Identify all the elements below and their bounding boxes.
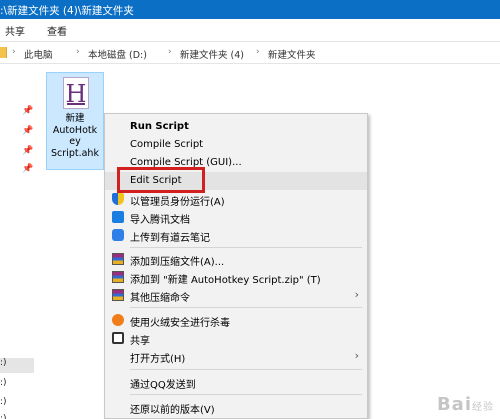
menu-separator	[130, 247, 362, 248]
chevron-right-icon[interactable]: ›	[76, 47, 80, 57]
nav-drive-item[interactable]: :)	[0, 378, 34, 393]
share-icon	[112, 332, 124, 344]
tab-view[interactable]: 查看	[47, 23, 67, 38]
menu-item-restore-previous-versions[interactable]: 还原以前的版本(V)	[105, 398, 367, 416]
navigation-pane: 📌 📌 📌 📌 :) :) :) :)	[0, 64, 42, 419]
menu-item-compile-script[interactable]: Compile Script	[105, 136, 367, 154]
menu-item-import-tencent-docs[interactable]: 导入腾讯文档	[105, 208, 367, 226]
baidu-watermark: Bai经验	[437, 394, 494, 415]
breadcrumb-drive-d[interactable]: 本地磁盘 (D:)	[88, 47, 147, 61]
file-item-autohotkey-script[interactable]: H 新建 AutoHotk ey Script.ahk	[46, 72, 104, 170]
file-name: 新建 AutoHotk ey Script.ahk	[51, 113, 99, 159]
chevron-right-icon[interactable]: ›	[256, 47, 260, 57]
pin-icon: 📌	[22, 164, 34, 174]
pin-icon: 📌	[22, 106, 34, 116]
menu-separator	[130, 369, 362, 370]
title-bar: :\新建文件夹 (4)\新建文件夹	[0, 0, 500, 19]
menu-item-run-script[interactable]: Run Script	[105, 118, 367, 136]
menu-item-upload-youdao[interactable]: 上传到有道云笔记	[105, 226, 367, 244]
menu-item-open-with[interactable]: 打开方式(H) ›	[105, 347, 367, 365]
youdao-note-icon	[112, 229, 124, 241]
winrar-icon	[112, 253, 124, 265]
window-title: :\新建文件夹 (4)\新建文件夹	[0, 5, 134, 17]
pin-icon: 📌	[22, 126, 34, 136]
ribbon-tabs: 共享 查看	[0, 19, 500, 42]
context-menu: Run Script Compile Script Compile Script…	[104, 113, 368, 419]
nav-drive-item[interactable]: :)	[0, 358, 34, 373]
chevron-right-icon: ›	[354, 349, 359, 362]
menu-item-send-via-qq[interactable]: 通过QQ发送到	[105, 373, 367, 391]
menu-separator	[130, 307, 362, 308]
watermark-subtext: 经验	[472, 402, 494, 413]
tab-share[interactable]: 共享	[5, 23, 25, 38]
breadcrumb-this-pc[interactable]: 此电脑	[24, 47, 53, 61]
pin-icon: 📌	[22, 146, 34, 156]
huorong-icon	[112, 314, 124, 326]
breadcrumb-current-folder[interactable]: 新建文件夹	[268, 47, 316, 61]
menu-separator	[130, 394, 362, 395]
menu-item-share[interactable]: 共享	[105, 329, 367, 347]
folder-icon	[0, 47, 7, 58]
chevron-right-icon: ›	[354, 288, 359, 301]
watermark-text: Bai	[436, 394, 472, 415]
chevron-right-icon[interactable]: ›	[12, 47, 16, 57]
breadcrumb-folder-4[interactable]: 新建文件夹 (4)	[180, 47, 244, 61]
winrar-icon	[112, 289, 124, 301]
tencent-docs-icon	[112, 211, 124, 223]
menu-item-huorong-scan[interactable]: 使用火绒安全进行杀毒	[105, 311, 367, 329]
autohotkey-file-icon: H	[63, 77, 89, 109]
nav-drive-item[interactable]: :)	[0, 397, 34, 412]
highlight-annotation-box	[117, 167, 205, 193]
menu-item-other-compress[interactable]: 其他压缩命令 ›	[105, 286, 367, 304]
address-bar[interactable]: › 此电脑 › 本地磁盘 (D:) › 新建文件夹 (4) › 新建文件夹	[0, 42, 500, 64]
uac-shield-icon	[112, 193, 124, 205]
chevron-right-icon[interactable]: ›	[168, 47, 172, 57]
menu-item-add-to-archive[interactable]: 添加到压缩文件(A)...	[105, 250, 367, 268]
winrar-icon	[112, 271, 124, 283]
nav-drive-item[interactable]: :)	[0, 414, 34, 419]
menu-item-add-to-zip[interactable]: 添加到 "新建 AutoHotkey Script.zip" (T)	[105, 268, 367, 286]
